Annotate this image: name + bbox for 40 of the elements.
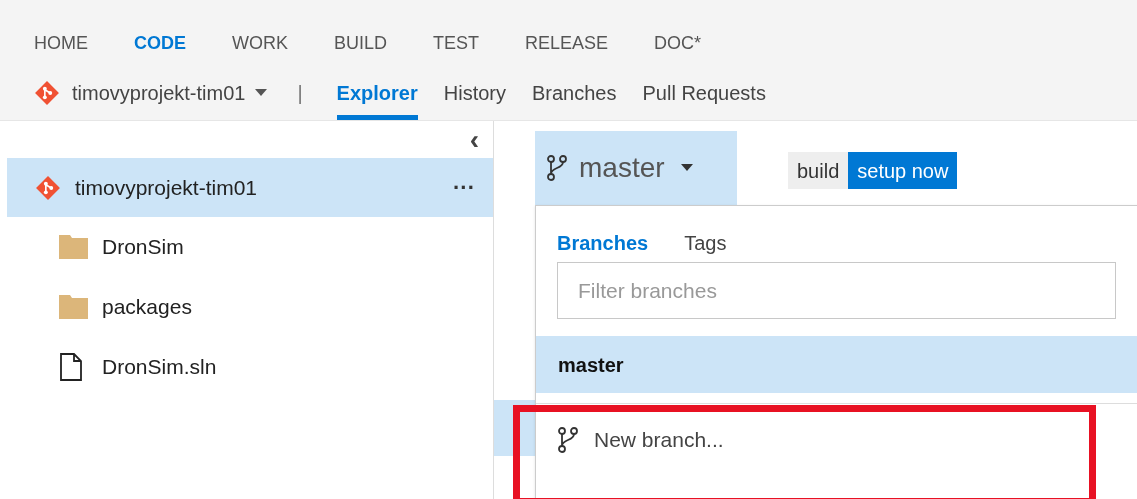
nav-tab[interactable]: HOME: [34, 29, 88, 57]
filter-field[interactable]: Filter branches: [557, 262, 1116, 319]
git-logo-icon: [34, 80, 60, 106]
nav-tab[interactable]: DOC*: [654, 29, 702, 57]
repo-selector[interactable]: timovyprojekt-tim01: [72, 78, 268, 108]
caret-icon: [680, 164, 693, 172]
separator: |: [297, 81, 303, 106]
new-branch-item[interactable]: New branch...: [536, 404, 1137, 476]
nav-tab[interactable]: RELEASE: [525, 29, 609, 57]
folder-icon: [59, 295, 88, 319]
item-label: DronSim: [102, 234, 184, 261]
sub-nav-tab[interactable]: Pull Requests: [642, 66, 766, 120]
branch-icon: [547, 155, 567, 181]
branch-item[interactable]: master: [536, 336, 1137, 393]
tree-item[interactable]: DronSim: [7, 217, 493, 277]
folder-icon: [59, 235, 88, 259]
tree-item[interactable]: DronSim.sln: [7, 337, 493, 397]
dropdown-tab[interactable]: Branches: [557, 228, 649, 262]
item-label: DronSim.sln: [102, 354, 217, 381]
nav-tab[interactable]: TEST: [433, 29, 480, 57]
tree-item[interactable]: packages: [7, 277, 493, 337]
repo-name: timovyprojekt-tim01: [75, 174, 259, 201]
nav-tab[interactable]: BUILD: [334, 29, 388, 57]
caret-icon: [255, 89, 268, 97]
tree-root-row[interactable]: timovyprojekt-tim01 ···: [7, 158, 493, 217]
build-badge: build: [788, 152, 849, 189]
file-icon: [59, 353, 83, 381]
more-options-button[interactable]: ···: [453, 171, 475, 204]
sub-nav-tab[interactable]: History: [443, 66, 506, 120]
nav-tab[interactable]: WORK: [232, 29, 288, 57]
nav-tab[interactable]: CODE: [134, 29, 186, 57]
branch-selector[interactable]: master: [535, 131, 737, 205]
item-label: packages: [102, 294, 192, 321]
setup-now-link[interactable]: setup now: [848, 152, 958, 189]
sub-nav-tab[interactable]: Branches: [532, 66, 617, 120]
collapse-button[interactable]: ‹: [469, 125, 479, 154]
sub-nav-tab[interactable]: Explorer: [336, 66, 418, 120]
git-logo-icon: [35, 174, 61, 201]
dropdown-tab[interactable]: Tags: [684, 228, 727, 262]
branch-icon: [558, 427, 578, 453]
